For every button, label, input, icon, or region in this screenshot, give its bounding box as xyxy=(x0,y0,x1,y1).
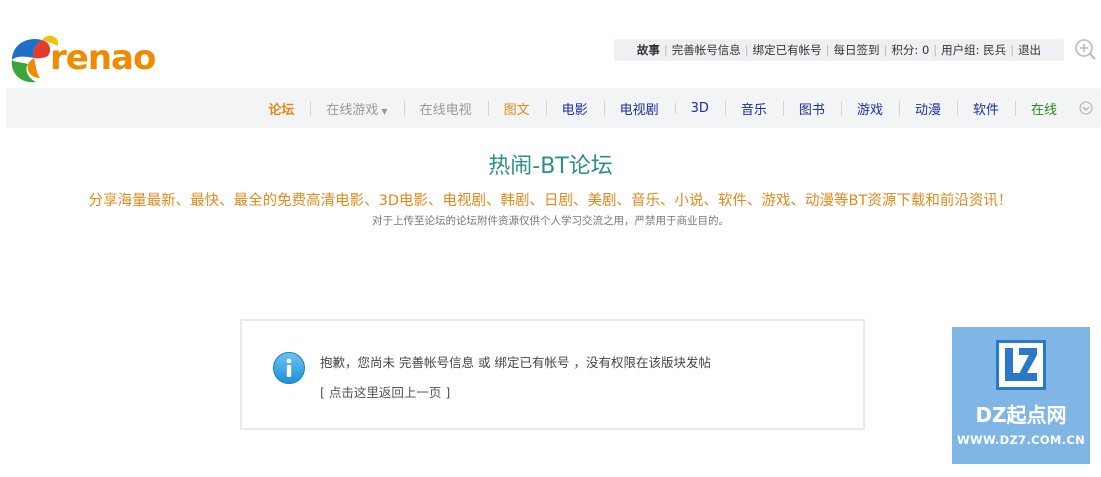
watermark-url: WWW.DZ7.COM.CN xyxy=(956,433,1086,447)
info-icon xyxy=(273,352,305,384)
userbar-story-link[interactable]: 故事 xyxy=(637,42,660,58)
nav-label: 图书 xyxy=(798,102,825,118)
permission-message-box: 抱歉，您尚未 完善帐号信息 或 绑定已有帐号 ，没有权限在该版块发帖 [ 点击这… xyxy=(240,319,865,430)
main-nav-bar: 论坛 在线游戏 ▼ 在线电视 图文 电影 电视剧 3D 音乐 图书 游戏 动漫 软… xyxy=(6,88,1101,128)
permission-message: 抱歉，您尚未 完善帐号信息 或 绑定已有帐号 ，没有权限在该版块发帖 xyxy=(320,352,711,371)
nav-item-online-tv[interactable]: 在线电视 xyxy=(403,99,488,118)
userbar-bind-account-link[interactable]: 绑定已有帐号 xyxy=(753,42,822,58)
nav-item-anime[interactable]: 动漫 xyxy=(898,99,957,118)
nav-label: 电视剧 xyxy=(619,102,659,118)
message-text: 或 xyxy=(478,355,491,370)
main-nav: 论坛 在线游戏 ▼ 在线电视 图文 电影 电视剧 3D 音乐 图书 游戏 动漫 软… xyxy=(252,88,1093,128)
nav-item-books[interactable]: 图书 xyxy=(782,99,841,118)
message-text: 抱歉，您尚未 xyxy=(320,355,396,370)
bind-account-link[interactable]: 绑定已有帐号 xyxy=(495,355,570,370)
logo-wordmark: renao xyxy=(50,38,156,78)
page-title: 热闹-BT论坛 xyxy=(488,154,613,179)
nav-label: 在线电视 xyxy=(419,102,472,118)
userbar-daily-checkin-link[interactable]: 每日签到 xyxy=(834,42,880,58)
nav-item-forum[interactable]: 论坛 xyxy=(252,99,310,118)
userbar-complete-profile-link[interactable]: 完善帐号信息 xyxy=(672,42,741,58)
nav-label: 电影 xyxy=(561,102,588,118)
nav-item-games[interactable]: 游戏 xyxy=(840,99,899,118)
watermark-brand: DZ起点网 xyxy=(975,403,1067,427)
userbar-logout-link[interactable]: 退出 xyxy=(1018,42,1041,58)
divider: | xyxy=(933,43,938,57)
divider: | xyxy=(1010,43,1015,57)
nav-item-online-games[interactable]: 在线游戏 ▼ xyxy=(310,99,403,118)
divider: | xyxy=(744,43,749,57)
nav-label: 游戏 xyxy=(856,102,883,118)
nav-label: 在线 xyxy=(1030,102,1057,118)
complete-profile-link[interactable]: 完善帐号信息 xyxy=(399,355,474,370)
nav-label: 动漫 xyxy=(914,102,941,118)
site-logo[interactable]: renao xyxy=(6,30,178,86)
userbar-user-group[interactable]: 用户组: 民兵 xyxy=(941,42,1006,58)
divider: | xyxy=(663,43,668,57)
nav-item-3d[interactable]: 3D xyxy=(674,100,725,116)
site-disclaimer: 对于上传至论坛的论坛附件资源仅供个人学习交流之用，严禁用于商业目的。 xyxy=(372,215,729,227)
watermark-emblem-icon xyxy=(996,340,1046,390)
nav-item-software[interactable]: 软件 xyxy=(956,99,1015,118)
nav-label: 3D xyxy=(690,100,709,116)
zoom-in-icon[interactable] xyxy=(1074,38,1096,60)
nav-label: 图文 xyxy=(503,102,530,118)
nav-label: 音乐 xyxy=(740,102,767,118)
nav-item-online[interactable]: 在线 xyxy=(1014,99,1073,118)
nav-label: 论坛 xyxy=(268,102,295,118)
nav-item-music[interactable]: 音乐 xyxy=(724,99,783,118)
nav-label: 在线游戏 xyxy=(326,102,379,118)
divider: | xyxy=(825,43,830,57)
message-text: ，没有权限在该版块发帖 xyxy=(573,355,712,370)
chevron-down-circle-icon[interactable] xyxy=(1079,101,1093,115)
go-back-link[interactable]: [ 点击这里返回上一页 ] xyxy=(320,382,450,401)
watermark-logo: DZ起点网 WWW.DZ7.COM.CN xyxy=(952,327,1090,464)
nav-item-picture-text[interactable]: 图文 xyxy=(487,99,546,118)
user-toolbar: 故事 | 完善帐号信息 | 绑定已有帐号 | 每日签到 | 积分: 0 | 用户… xyxy=(614,39,1064,61)
site-slogan: 分享海量最新、最快、最全的免费高清电影、3D电影、电视剧、韩剧、日剧、美剧、音乐… xyxy=(88,193,1013,209)
nav-item-tv-series[interactable]: 电视剧 xyxy=(603,99,675,118)
nav-item-movies[interactable]: 电影 xyxy=(545,99,604,118)
nav-label: 软件 xyxy=(972,102,999,118)
userbar-points[interactable]: 积分: 0 xyxy=(891,42,929,58)
divider: | xyxy=(883,43,888,57)
caret-down-icon: ▼ xyxy=(381,106,388,116)
